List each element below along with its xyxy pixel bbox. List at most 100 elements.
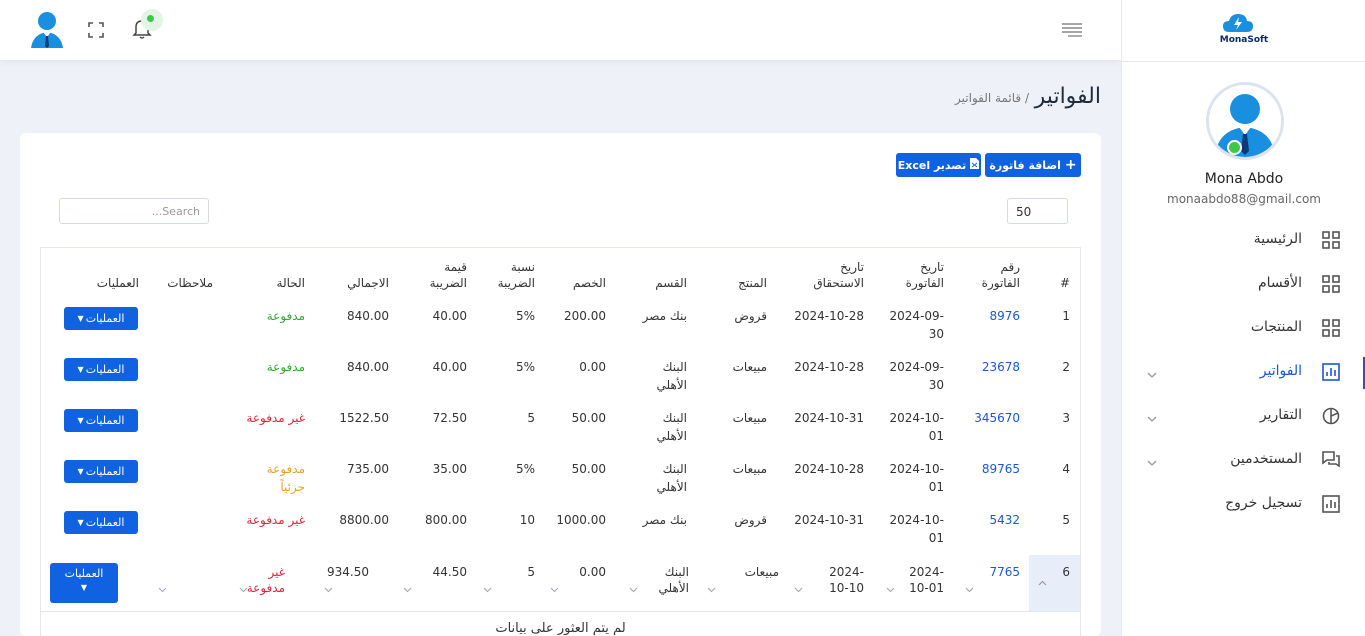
cell-due-date: 2024-10-28 — [794, 462, 864, 476]
cell-invoice-date: 2024-09- — [889, 360, 944, 374]
cell-invoice-date: 2024-10- — [889, 411, 944, 425]
header-invoice-date[interactable]: تاريخ الفاتورة — [884, 259, 944, 291]
pie-chart-icon — [1322, 407, 1340, 425]
header-total[interactable]: الاجمالي — [347, 275, 389, 291]
chevron-down-icon[interactable] — [794, 585, 803, 594]
sidebar-item-home[interactable]: الرئيسية — [1122, 225, 1365, 257]
invoice-number-link[interactable]: 7765 — [989, 563, 1020, 581]
header-product[interactable]: المنتج — [738, 275, 767, 291]
status-badge: مدفوعة — [266, 360, 305, 374]
chevron-down-icon[interactable] — [324, 585, 333, 594]
cell-tax-value: 72.50 — [432, 411, 467, 425]
cell-tax-rate: 5 — [527, 565, 535, 579]
row-divider — [40, 611, 1081, 612]
chevron-down-icon[interactable] — [550, 585, 559, 594]
cell-product: قروض — [734, 309, 767, 323]
caret-down-icon: ▼ — [77, 365, 84, 374]
cell-invoice-date: 2024-10- — [889, 513, 944, 527]
invoice-number-link[interactable]: 8976 — [989, 307, 1020, 325]
fullscreen-icon[interactable] — [88, 22, 104, 38]
chevron-down-icon[interactable] — [886, 585, 895, 594]
chevron-down-icon[interactable] — [629, 585, 638, 594]
menu-toggle-icon[interactable] — [1061, 22, 1083, 38]
invoice-number-link[interactable]: 345670 — [974, 409, 1020, 427]
status-badge: مدفوعة — [266, 309, 305, 323]
notification-dot — [141, 9, 163, 31]
sidebar-item-invoices[interactable]: الفواتير — [1122, 357, 1365, 389]
chevron-down-icon[interactable] — [239, 585, 248, 594]
add-invoice-button[interactable]: + اضافة فاتورة — [985, 153, 1081, 177]
header-status[interactable]: الحالة — [277, 275, 305, 291]
header-tax-rate[interactable]: نسبة الضريبة — [485, 259, 535, 291]
actions-label: العمليات — [85, 312, 125, 325]
chevron-up-icon[interactable] — [1038, 579, 1047, 588]
logo[interactable]: MonaSoft — [1122, 0, 1365, 62]
actions-dropdown-button[interactable]: العمليات ▼ — [64, 358, 138, 381]
header-notes[interactable]: ملاحظات — [167, 275, 213, 291]
header-tax-value[interactable]: قيمة الضريبة — [427, 259, 467, 291]
chevron-down-icon — [1146, 366, 1158, 378]
header-index[interactable]: # — [1060, 275, 1070, 291]
header-due-date[interactable]: تاريخ الاستحقاق — [804, 259, 864, 291]
profile-avatar[interactable] — [1206, 82, 1284, 160]
actions-dropdown-button[interactable]: العمليات ▼ — [64, 511, 138, 534]
cell-section: بنك مصر — [642, 309, 687, 323]
sidebar-item-label: المستخدمين — [1230, 451, 1302, 467]
cell-invoice-date-line2: 01 — [928, 480, 944, 494]
actions-label: العمليات — [85, 516, 125, 529]
status-badge: غير مدفوعة — [246, 513, 305, 527]
status-badge-line2: مدفوعة — [246, 581, 285, 595]
sidebar-item-users[interactable]: المستخدمين — [1122, 445, 1365, 477]
sidebar-item-logout[interactable]: تسجيل خروج — [1122, 489, 1365, 521]
invoice-number-link[interactable]: 5432 — [989, 511, 1020, 529]
chevron-down-icon[interactable] — [403, 585, 412, 594]
search-input[interactable]: Search... — [59, 198, 209, 224]
sidebar-item-sections[interactable]: الأقسام — [1122, 269, 1365, 301]
actions-dropdown-button[interactable]: العمليات ▼ — [50, 563, 118, 603]
cell-discount: 0.00 — [579, 360, 606, 374]
chevron-down-icon[interactable] — [965, 585, 974, 594]
export-excel-button[interactable]: تصدير Excel — [896, 153, 981, 177]
cell-tax-rate: 5% — [515, 309, 535, 323]
header-discount[interactable]: الخصم — [573, 275, 606, 291]
status-badge: غير مدفوعة — [246, 411, 305, 425]
header-section[interactable]: القسم — [655, 275, 687, 291]
cell-tax-value: 800.00 — [425, 513, 467, 527]
cell-invoice-date-line2: 01 — [928, 429, 944, 443]
cell-tax-rate: 5% — [515, 462, 535, 476]
cell-section: بنك مصر — [642, 513, 687, 527]
invoice-number-link[interactable]: 23678 — [982, 358, 1020, 376]
actions-dropdown-button[interactable]: العمليات ▼ — [64, 460, 138, 483]
chevron-down-icon[interactable] — [707, 585, 716, 594]
breadcrumb[interactable]: / قائمة الفواتير — [955, 91, 1029, 105]
cell-invoice-date-line2: 30 — [928, 327, 944, 341]
chevron-down-icon[interactable] — [158, 585, 167, 594]
chevron-down-icon[interactable] — [483, 585, 492, 594]
sidebar-item-label: الرئيسية — [1253, 231, 1302, 247]
sidebar-item-products[interactable]: المنتجات — [1122, 313, 1365, 345]
cell-product: مبيعات — [732, 462, 767, 476]
cell-index: 6 — [1062, 565, 1070, 579]
actions-label: العمليات — [85, 363, 125, 376]
expand-row-toggle[interactable] — [1029, 555, 1080, 611]
sidebar-item-reports[interactable]: التقارير — [1122, 401, 1365, 433]
header-actions[interactable]: العمليات — [97, 275, 139, 291]
cell-due-date: 2024-10-31 — [794, 411, 864, 425]
user-avatar[interactable] — [30, 10, 64, 48]
page-size-select[interactable]: 50 — [1007, 198, 1068, 224]
grid-icon — [1322, 275, 1340, 293]
cell-due-date: 2024-10-28 — [794, 360, 864, 374]
cell-total: 1522.50 — [339, 411, 389, 425]
cell-tax-value: 40.00 — [432, 309, 467, 323]
invoice-number-link[interactable]: 89765 — [982, 460, 1020, 478]
cell-due-date: 2024-10-28 — [794, 309, 864, 323]
header-invoice-number[interactable]: رقم الفاتورة — [960, 259, 1020, 291]
cell-invoice-date-line2: 30 — [928, 378, 944, 392]
cell-invoice-date: 2024-09- — [889, 309, 944, 323]
file-icon — [970, 158, 980, 172]
cell-tax-value: 44.50 — [432, 565, 467, 579]
actions-dropdown-button[interactable]: العمليات ▼ — [64, 307, 138, 330]
cell-index: 1 — [1062, 309, 1070, 323]
actions-dropdown-button[interactable]: العمليات ▼ — [64, 409, 138, 432]
export-excel-label: تصدير Excel — [897, 158, 967, 172]
